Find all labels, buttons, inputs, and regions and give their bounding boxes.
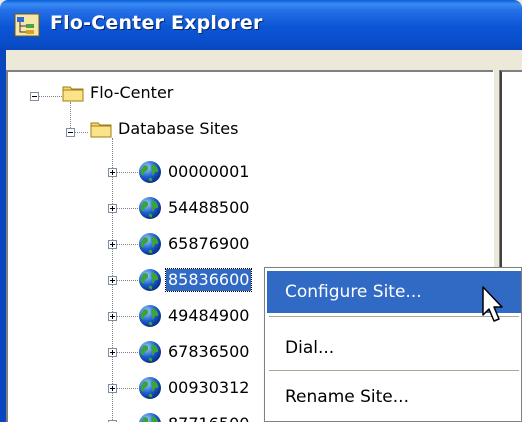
folder-icon [62, 86, 84, 102]
tree-item-root[interactable]: Flo-Center [88, 82, 175, 104]
expand-site-toggle[interactable] [108, 348, 117, 357]
menu-separator [269, 370, 519, 371]
globe-icon [139, 233, 161, 255]
tree-item-database-sites[interactable]: Database Sites [116, 118, 240, 140]
expand-site-toggle[interactable] [108, 276, 117, 285]
globe-icon [139, 269, 161, 291]
explorer-tree-icon [14, 13, 40, 37]
tree-item-site[interactable]: 54488500 [166, 197, 251, 219]
tree-item-site[interactable]: 49484900 [166, 305, 251, 327]
title-bar[interactable]: Flo-Center Explorer [0, 0, 522, 50]
globe-icon [139, 161, 161, 183]
menu-item-dial[interactable]: Dial... [267, 327, 521, 369]
globe-icon [139, 341, 161, 363]
tree-item-site[interactable]: 85836600 [164, 268, 253, 292]
expand-site-toggle[interactable] [108, 312, 117, 321]
expand-site-toggle[interactable] [108, 240, 117, 249]
tree-line [38, 96, 62, 97]
globe-icon [139, 305, 161, 327]
globe-icon [139, 197, 161, 219]
globe-icon [139, 413, 161, 422]
folder-icon [90, 122, 112, 138]
mouse-pointer-icon [482, 286, 503, 322]
collapse-group-toggle[interactable] [66, 128, 75, 137]
expand-site-toggle[interactable] [108, 168, 117, 177]
tree-item-site[interactable]: 65876900 [166, 233, 251, 255]
tree-item-site[interactable]: 00000001 [166, 161, 251, 183]
globe-icon [139, 377, 161, 399]
tree-item-site[interactable]: 87716500 [166, 413, 251, 422]
window-title: Flo-Center Explorer [50, 12, 263, 34]
tree-item-site[interactable]: 67836500 [166, 341, 251, 363]
menu-item-rename-site[interactable]: Rename Site... [267, 376, 521, 418]
tree-item-site[interactable]: 00930312 [166, 377, 251, 399]
expand-site-toggle[interactable] [108, 204, 117, 213]
expand-site-toggle[interactable] [108, 384, 117, 393]
collapse-root-toggle[interactable] [30, 92, 39, 101]
